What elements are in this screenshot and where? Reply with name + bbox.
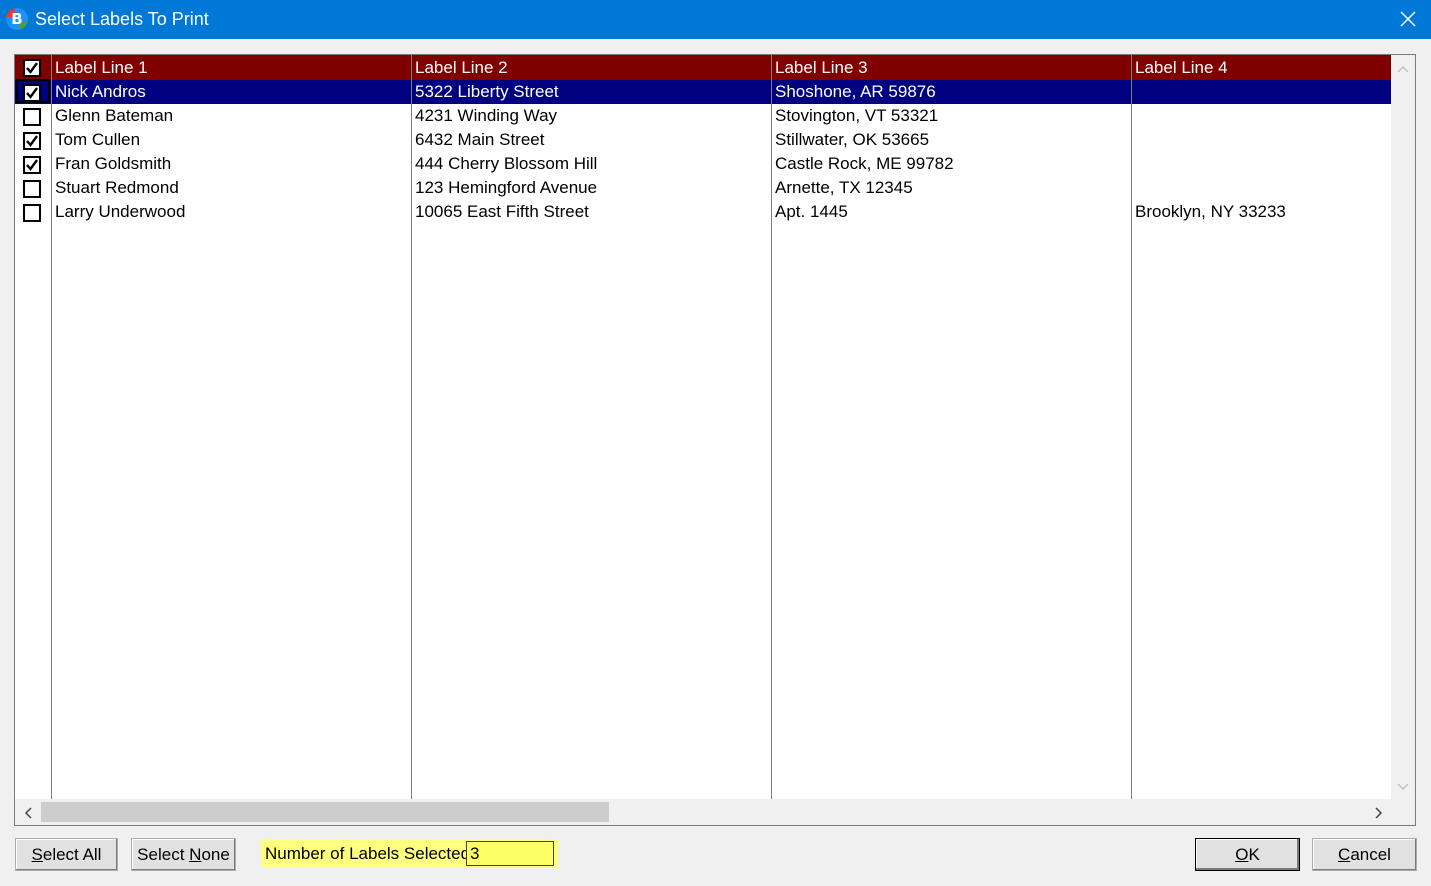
cell-label-line-3[interactable]: Apt. 1445 (771, 200, 1131, 224)
table-row[interactable]: Tom Cullen 6432 Main Street Stillwater, OK… (15, 128, 1391, 152)
table-row[interactable]: Nick Andros 5322 Liberty Street Shoshone, … (15, 80, 1391, 104)
cancel-label: ancel (1350, 845, 1391, 864)
column-header-label-line-2[interactable]: Label Line 2 (411, 55, 771, 80)
grid-header: Label Line 1 Label Line 2 Label Line 3 L… (15, 55, 1391, 80)
ok-accel: O (1235, 845, 1249, 864)
cell-label-line-3[interactable]: Shoshone, AR 59876 (771, 80, 1131, 104)
cancel-accel: C (1338, 845, 1351, 864)
horizontal-scroll-thumb[interactable] (41, 802, 609, 822)
cell-label-line-4[interactable]: Brooklyn, NY 33233 (1131, 200, 1391, 224)
column-divider (411, 55, 412, 799)
cell-label-line-1[interactable]: Nick Andros (51, 80, 411, 104)
cell-label-line-1[interactable]: Larry Underwood (51, 200, 411, 224)
header-checkbox-cell[interactable] (15, 55, 51, 80)
cell-label-line-3[interactable]: Arnette, TX 12345 (771, 176, 1131, 200)
labels-count-panel: Number of Labels Selected: 3 (261, 839, 558, 868)
table-row[interactable]: Stuart Redmond 123 Hemingford Avenue Arnet… (15, 176, 1391, 200)
select-none-button[interactable]: Select None (131, 838, 236, 871)
cell-label-line-3[interactable]: Stovington, VT 53321 (771, 104, 1131, 128)
cell-label-line-2[interactable]: 10065 East Fifth Street (411, 200, 771, 224)
scroll-left-icon[interactable] (24, 807, 32, 819)
cell-label-line-2[interactable]: 6432 Main Street (411, 128, 771, 152)
select-all-accel: S (31, 845, 43, 864)
row-checkbox[interactable] (23, 180, 41, 198)
cell-label-line-4[interactable] (1131, 104, 1391, 128)
row-checkbox[interactable] (23, 108, 41, 126)
row-checkbox-cell[interactable] (15, 200, 51, 224)
cell-label-line-1[interactable]: Tom Cullen (51, 128, 411, 152)
column-divider (1131, 55, 1132, 799)
labels-count-label: Number of Labels Selected: (265, 844, 475, 863)
select-all-label: elect All (42, 845, 102, 864)
cell-label-line-1[interactable]: Glenn Bateman (51, 104, 411, 128)
scrollbar-corner (1391, 799, 1415, 825)
cell-label-line-2[interactable]: 5322 Liberty Street (411, 80, 771, 104)
checkmark-icon (26, 159, 38, 171)
ok-button[interactable]: OK (1195, 838, 1300, 871)
cell-label-line-3[interactable]: Castle Rock, ME 99782 (771, 152, 1131, 176)
select-none-label-start: Select (137, 845, 190, 864)
checkmark-icon (26, 135, 38, 147)
column-divider (771, 55, 772, 799)
cell-label-line-4[interactable] (1131, 152, 1391, 176)
row-checkbox-cell[interactable] (15, 128, 51, 152)
vertical-scrollbar[interactable] (1391, 55, 1415, 799)
row-checkbox[interactable] (23, 132, 41, 150)
header-checkbox[interactable] (23, 59, 41, 77)
labels-count-field[interactable]: 3 (466, 841, 554, 866)
app-b-icon: B (6, 8, 28, 30)
close-button[interactable] (1385, 0, 1431, 39)
checkmark-icon (26, 62, 38, 74)
scroll-up-icon[interactable] (1397, 65, 1409, 73)
cell-label-line-1[interactable]: Fran Goldsmith (51, 152, 411, 176)
row-checkbox[interactable] (23, 204, 41, 222)
title-bar: B Select Labels To Print (0, 0, 1431, 39)
cell-label-line-4[interactable] (1131, 176, 1391, 200)
scroll-right-icon[interactable] (1375, 807, 1383, 819)
table-row[interactable]: Larry Underwood 10065 East Fifth Street Ap… (15, 200, 1391, 224)
window-title: Select Labels To Print (35, 9, 209, 29)
cell-label-line-2[interactable]: 444 Cherry Blossom Hill (411, 152, 771, 176)
column-header-label-line-1[interactable]: Label Line 1 (51, 55, 411, 80)
cell-label-line-4[interactable] (1131, 128, 1391, 152)
select-none-accel: N (189, 845, 202, 864)
row-checkbox-cell[interactable] (15, 176, 51, 200)
select-none-label-end: one (201, 845, 230, 864)
cell-label-line-2[interactable]: 123 Hemingford Avenue (411, 176, 771, 200)
row-checkbox[interactable] (23, 156, 41, 174)
column-header-label-line-4[interactable]: Label Line 4 (1131, 55, 1391, 80)
horizontal-scrollbar[interactable] (15, 799, 1391, 825)
ok-label: K (1248, 845, 1260, 864)
focus-indicator (16, 79, 50, 103)
table-row[interactable]: Fran Goldsmith 444 Cherry Blossom Hill Cas… (15, 152, 1391, 176)
cell-label-line-2[interactable]: 4231 Winding Way (411, 104, 771, 128)
cancel-button[interactable]: Cancel (1312, 838, 1417, 871)
select-all-button[interactable]: Select All (15, 838, 118, 871)
close-icon (1400, 11, 1416, 27)
column-header-label-line-3[interactable]: Label Line 3 (771, 55, 1131, 80)
cell-label-line-1[interactable]: Stuart Redmond (51, 176, 411, 200)
cell-label-line-4[interactable] (1131, 80, 1391, 104)
row-checkbox-cell[interactable] (15, 104, 51, 128)
row-checkbox-cell[interactable] (15, 152, 51, 176)
labels-grid[interactable]: Label Line 1 Label Line 2 Label Line 3 L… (14, 54, 1416, 826)
table-row[interactable]: Glenn Bateman 4231 Winding Way Stovington,… (15, 104, 1391, 128)
cell-label-line-3[interactable]: Stillwater, OK 53665 (771, 128, 1131, 152)
scroll-down-icon[interactable] (1397, 783, 1409, 791)
column-divider (51, 55, 52, 799)
